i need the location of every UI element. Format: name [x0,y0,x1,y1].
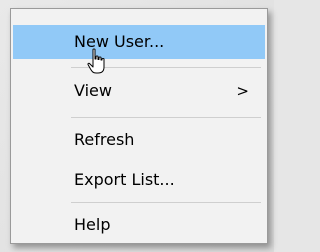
menu-separator [71,117,261,118]
menu-item-view[interactable]: View > [13,74,265,108]
menu-item-label: Refresh [74,130,135,149]
context-menu: New User... View > Refresh Export List..… [10,8,268,244]
menu-item-new-user[interactable]: New User... [13,25,265,59]
menu-item-label: View [74,81,112,100]
menu-item-export-list[interactable]: Export List... [13,163,265,197]
menu-separator [71,202,261,203]
submenu-arrow-icon: > [236,82,249,100]
hand-pointer-icon [87,48,105,74]
menu-item-label: Export List... [74,170,175,189]
menu-item-label: Help [74,215,111,234]
menu-item-refresh[interactable]: Refresh [13,123,265,157]
menu-item-help[interactable]: Help [13,208,265,242]
